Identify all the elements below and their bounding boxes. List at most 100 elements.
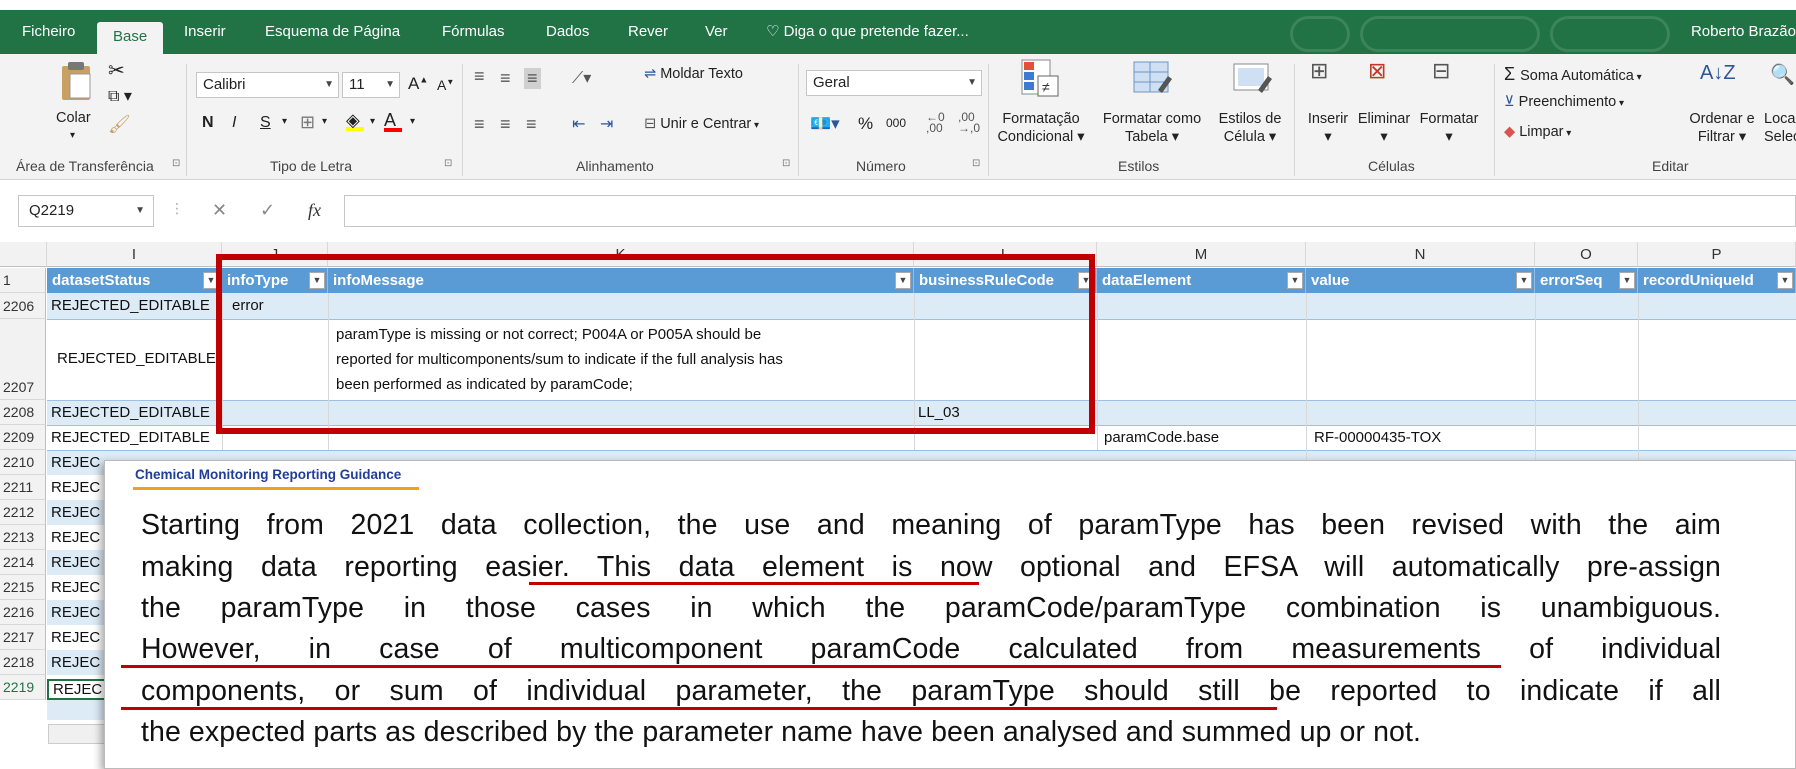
- table-header-cell[interactable]: recordUniqueId ▼: [1638, 268, 1796, 293]
- italic-button[interactable]: I: [232, 114, 236, 132]
- table-header-cell[interactable]: value ▼: [1306, 268, 1535, 293]
- align-center-icon[interactable]: ≡: [500, 114, 511, 135]
- row-header[interactable]: 2207: [0, 319, 46, 400]
- cell-value[interactable]: RF-00000435-TOX: [1310, 429, 1535, 446]
- cell-dataset-status[interactable]: REJECTED_EDITABLE: [47, 429, 222, 446]
- row-header[interactable]: 2215: [0, 575, 46, 600]
- cell-dataset-status[interactable]: REJEC: [47, 454, 107, 471]
- cell-styles-icon[interactable]: [1232, 60, 1274, 102]
- format-as-table-icon[interactable]: [1132, 60, 1174, 102]
- find-select-icon[interactable]: 🔍: [1770, 62, 1795, 87]
- font-size-select[interactable]: 11 ▼: [342, 72, 400, 98]
- thousands-button[interactable]: 000: [886, 116, 906, 130]
- chevron-down-icon[interactable]: ▾: [322, 116, 327, 127]
- tab-data[interactable]: Dados: [546, 10, 589, 54]
- table-header-cell[interactable]: errorSeq ▼: [1535, 268, 1638, 293]
- column-header-i[interactable]: I: [47, 242, 222, 267]
- paste-chevron-icon[interactable]: ▾: [70, 130, 75, 141]
- paste-button[interactable]: Colar: [56, 110, 91, 126]
- bold-button[interactable]: N: [202, 114, 214, 132]
- table-header-cell[interactable]: datasetStatus ▼: [47, 268, 222, 293]
- dialog-launcher-icon[interactable]: ⊡: [782, 158, 790, 169]
- dialog-launcher-icon[interactable]: ⊡: [444, 158, 452, 169]
- percent-button[interactable]: %: [858, 114, 873, 134]
- cell-dataset-status[interactable]: REJECTED_EDITABLE: [47, 297, 222, 314]
- insert-function-button[interactable]: fx: [308, 200, 321, 221]
- select-all-corner[interactable]: [0, 242, 47, 267]
- fill-button[interactable]: ⊻ Preenchimento ▾: [1504, 94, 1624, 110]
- merge-center-button[interactable]: ⊟ Unir e Centrar ▾: [644, 116, 759, 132]
- orientation-icon[interactable]: ⟋▾: [572, 68, 591, 88]
- format-cells-icon[interactable]: ⊟: [1432, 58, 1450, 84]
- insert-cells-icon[interactable]: ⊞: [1310, 58, 1328, 84]
- font-name-select[interactable]: Calibri ▼: [196, 72, 339, 98]
- conditional-formatting-icon[interactable]: ≠: [1020, 58, 1062, 100]
- tab-view[interactable]: Ver: [705, 10, 728, 54]
- cell-dataset-status[interactable]: REJECTED_EDITABLE: [47, 404, 222, 421]
- row-header[interactable]: 2214: [0, 550, 46, 575]
- underline-button[interactable]: S: [260, 114, 271, 132]
- filter-dropdown-icon[interactable]: ▼: [1287, 272, 1303, 289]
- tell-me-box[interactable]: ♡ Diga o que pretende fazer...: [766, 10, 969, 54]
- cell-dataset-status[interactable]: REJEC: [47, 579, 107, 596]
- grow-font-icon[interactable]: A▲: [408, 74, 428, 94]
- align-left-icon[interactable]: ≡: [474, 114, 485, 135]
- sort-filter-icon[interactable]: A↓Z: [1700, 62, 1736, 85]
- sheet-nav-buttons[interactable]: [48, 724, 108, 744]
- delete-cells-icon[interactable]: ⊠: [1368, 58, 1386, 84]
- dialog-launcher-icon[interactable]: ⊡: [972, 158, 980, 169]
- decrease-indent-icon[interactable]: ⇤: [572, 114, 585, 134]
- cell-dataset-status[interactable]: REJEC: [47, 479, 107, 496]
- row-header[interactable]: 2210: [0, 450, 46, 475]
- tab-home[interactable]: Base: [97, 22, 164, 54]
- tab-review[interactable]: Rever: [628, 10, 668, 54]
- delete-cells-button[interactable]: Eliminar ▾: [1352, 110, 1416, 146]
- column-header-p[interactable]: P: [1638, 242, 1796, 267]
- row-header-selected[interactable]: 2219: [0, 675, 46, 700]
- row-header[interactable]: 2217: [0, 625, 46, 650]
- row-header[interactable]: 2218: [0, 650, 46, 675]
- format-painter-icon[interactable]: 🖌: [108, 114, 131, 135]
- cancel-icon[interactable]: ✕: [212, 200, 227, 221]
- cell-dataset-status[interactable]: REJEC: [47, 554, 107, 571]
- row-header[interactable]: 2213: [0, 525, 46, 550]
- cell-styles-button[interactable]: Estilos de Célula ▾: [1210, 110, 1290, 146]
- tab-page-layout[interactable]: Esquema de Página: [265, 10, 400, 54]
- sort-filter-button[interactable]: Ordenar e Filtrar ▾: [1680, 110, 1764, 146]
- confirm-icon[interactable]: ✓: [260, 200, 275, 221]
- cell-dataset-status[interactable]: REJEC: [47, 629, 107, 646]
- paste-icon[interactable]: [56, 60, 96, 102]
- column-header-o[interactable]: O: [1535, 242, 1638, 267]
- chevron-down-icon[interactable]: ▾: [370, 116, 375, 127]
- filter-dropdown-icon[interactable]: ▼: [1619, 272, 1635, 289]
- cell-dataset-status[interactable]: REJEC: [47, 679, 107, 700]
- copy-icon[interactable]: ⧉ ▾: [108, 86, 132, 106]
- cell-data-element[interactable]: paramCode.base: [1100, 429, 1306, 446]
- chevron-down-icon[interactable]: ▾: [282, 116, 287, 127]
- format-cells-button[interactable]: Formatar ▾: [1416, 110, 1482, 146]
- row-header[interactable]: 2211: [0, 475, 46, 500]
- conditional-formatting-button[interactable]: Formatação Condicional ▾: [996, 110, 1086, 146]
- user-name[interactable]: Roberto Brazão: [1691, 10, 1796, 54]
- borders-icon[interactable]: ⊞: [300, 112, 315, 133]
- chevron-down-icon[interactable]: ▾: [410, 116, 415, 127]
- column-header-m[interactable]: M: [1097, 242, 1306, 267]
- find-select-button[interactable]: Loca Selec: [1764, 110, 1796, 146]
- tab-insert[interactable]: Inserir: [184, 10, 226, 54]
- tab-file[interactable]: Ficheiro: [22, 10, 75, 54]
- row-header[interactable]: 2209: [0, 425, 46, 450]
- insert-cells-button[interactable]: Inserir ▾: [1300, 110, 1356, 146]
- dialog-launcher-icon[interactable]: ⊡: [172, 158, 180, 169]
- increase-indent-icon[interactable]: ⇥: [600, 114, 613, 134]
- row-header[interactable]: 2212: [0, 500, 46, 525]
- wrap-text-button[interactable]: ⇌ Moldar Texto: [644, 66, 743, 82]
- cell-dataset-status[interactable]: REJEC: [47, 654, 107, 671]
- row-header[interactable]: 2216: [0, 600, 46, 625]
- number-format-select[interactable]: Geral ▼: [806, 70, 982, 96]
- filter-dropdown-icon[interactable]: ▼: [1777, 272, 1793, 289]
- tab-formulas[interactable]: Fórmulas: [442, 10, 505, 54]
- shrink-font-icon[interactable]: A▼: [437, 77, 454, 93]
- row-header[interactable]: 1: [0, 268, 46, 293]
- clear-button[interactable]: ◆ Limpar ▾: [1504, 124, 1571, 140]
- table-header-cell[interactable]: dataElement ▼: [1097, 268, 1306, 293]
